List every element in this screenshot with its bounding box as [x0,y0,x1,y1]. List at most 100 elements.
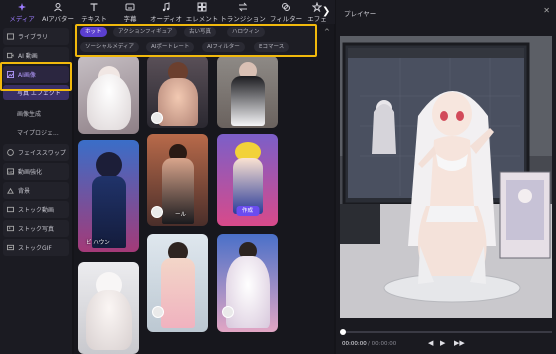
tool-element[interactable]: エレメント [184,0,220,24]
sidebar-sub-image-generation[interactable]: 画像生成 [3,106,69,121]
current-time: 00:00:00 [342,341,367,347]
card-figure-head [95,152,122,178]
tool-transition[interactable]: トランジション [220,0,266,24]
card-figure [85,290,132,350]
sidebar-item-label: AI画像 [18,72,36,79]
sidebar-sub-label: 画像生成 [17,111,42,118]
tool-audio[interactable]: オーディオ [148,0,184,24]
background-icon [7,187,14,194]
tool-ai-avatar-label: AIアバター [41,15,75,23]
sidebar-sub-label: マイプロジェ... [17,130,59,137]
text-icon [90,3,98,11]
sidebar-item-stock-photo[interactable]: ストック写真 [3,220,69,237]
ai-image-icon [7,71,14,78]
total-time: / 00:00:00 [368,341,397,347]
category-chips: ホット アクションフィギュア 古い写真 ハロウィン ソーシャルメディア AIポー… [77,24,317,57]
effect-card[interactable] [147,56,208,128]
close-icon[interactable]: ✕ [543,6,550,15]
card-caption: ビ ハウン [86,240,110,246]
effect-card[interactable] [78,262,139,354]
tool-subtitle-label: 字幕 [123,15,137,23]
playhead-handle[interactable] [340,329,346,335]
sidebar: ライブラリ AI 動画 AI画像 写真 エフェクト 画像生成 マイプロジェ...… [0,24,72,354]
chip-ai-filter[interactable]: AIフィルター [202,42,245,52]
card-figure [225,256,270,328]
chevron-right-icon[interactable]: ❯ [322,6,332,18]
avatar-dot [152,306,164,318]
scroll-up-icon[interactable]: ^ [324,28,330,36]
tool-audio-label: オーディオ [149,15,183,23]
sidebar-item-label: フェイススワップ [18,150,66,157]
sidebar-item-enhance[interactable]: HD 動画強化 [3,163,69,180]
subtitle-icon [125,3,135,11]
tool-subtitle[interactable]: 字幕 [112,0,148,24]
next-frame-icon[interactable]: ▶▶ [454,339,465,347]
tool-filter-label: フィルター [269,15,303,23]
sidebar-item-stock-gif[interactable]: ストックGIF [3,239,69,256]
face-swap-icon [7,149,14,156]
sidebar-item-ai-video[interactable]: AI 動画 [3,47,69,64]
stock-video-icon [7,206,14,213]
avatar-dot [151,206,163,218]
player-title: プレイヤー [344,10,377,18]
card-figure [160,258,195,328]
tool-text-label: テキスト [81,15,107,23]
sidebar-item-ai-image[interactable]: AI画像 [3,66,69,83]
chip-old-photo[interactable]: 古い写真 [184,27,217,37]
effect-card[interactable] [217,234,278,332]
sidebar-item-background[interactable]: 背景 [3,182,69,199]
stock-photo-icon [7,225,14,232]
transition-icon [238,2,248,12]
card-caption: ール [175,212,187,218]
player-panel: プレイヤー ✕ 00:00:00 / 00:00:00 ◀ ▶ ▶▶ [336,0,556,354]
timeline-bar[interactable] [340,329,552,335]
tool-text[interactable]: テキスト [76,0,112,24]
sidebar-item-label: 動画強化 [18,169,43,176]
element-icon [197,2,207,12]
effect-card[interactable] [78,56,139,134]
effect-icon [312,2,322,12]
sidebar-item-face-swap[interactable]: フェイススワップ [3,144,69,161]
filter-icon [282,3,290,11]
sidebar-item-stock-video[interactable]: ストック動画 [3,201,69,218]
tool-filter[interactable]: フィルター [266,0,306,24]
chip-hot[interactable]: ホット [80,27,107,37]
card-figure [86,74,131,130]
stock-gif-icon [7,244,14,251]
sidebar-item-label: ストック動画 [18,207,55,214]
tool-ai-avatar[interactable]: AIアバター [40,0,76,24]
sidebar-item-label: 背景 [18,188,31,195]
chip-social-media[interactable]: ソーシャルメディア [80,42,140,52]
chip-ai-portrait[interactable]: AIポートレート [146,42,195,52]
sidebar-item-label: ストック写真 [18,226,55,233]
avatar-dot [222,306,234,318]
sidebar-sub-my-projects[interactable]: マイプロジェ... [3,125,69,140]
effect-card[interactable] [147,234,208,332]
sidebar-sub-photo-effect[interactable]: 写真 エフェクト [3,85,69,100]
chip-action-figure[interactable]: アクションフィギュア [113,27,178,37]
tool-transition-label: トランジション [220,15,266,23]
top-toolbar: メディア AIアバター テキスト 字幕 オーディオ エレメント トランジション … [0,0,335,24]
audio-icon [162,2,170,12]
ai-avatar-icon [54,3,62,12]
effect-card[interactable] [217,56,278,128]
play-icon[interactable]: ▶ [440,339,445,347]
prev-frame-icon[interactable]: ◀ [428,339,433,347]
tool-media[interactable]: メディア [4,0,40,24]
enhance-icon: HD [7,168,14,175]
sidebar-item-library[interactable]: ライブラリ [3,28,69,45]
sidebar-item-label: AI 動画 [18,53,38,60]
create-button[interactable]: 作成 [235,206,260,216]
chip-ecommerce[interactable]: Eコマース [254,42,290,52]
tool-element-label: エレメント [185,15,219,23]
sidebar-sub-label: 写真 エフェクト [17,90,61,97]
media-icon [18,3,26,11]
effect-card[interactable]: 作成 [217,134,278,226]
effect-card[interactable]: ビ ハウン [78,140,139,252]
library-icon [7,33,14,40]
video-preview[interactable] [340,36,552,318]
tool-media-label: メディア [9,15,35,23]
gallery-panel: ホット アクションフィギュア 古い写真 ハロウィン ソーシャルメディア AIポー… [74,24,334,354]
effect-card[interactable]: ール [147,134,208,226]
chip-halloween[interactable]: ハロウィン [227,27,265,37]
